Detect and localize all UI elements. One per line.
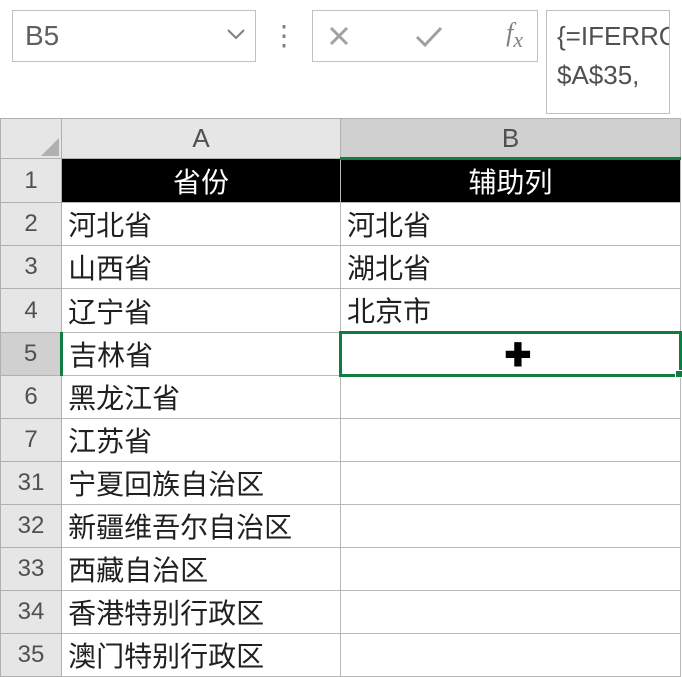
formula-input[interactable]: {=IFERRO $A$35,	[546, 10, 670, 114]
name-box[interactable]: B5	[12, 10, 256, 62]
cell[interactable]	[340, 419, 680, 462]
column-header-A[interactable]: A	[62, 119, 341, 159]
enter-icon[interactable]	[414, 24, 444, 48]
row-header[interactable]: 7	[1, 419, 62, 462]
row-header[interactable]: 4	[1, 289, 62, 333]
cell[interactable]	[340, 591, 680, 634]
cancel-icon[interactable]	[327, 24, 351, 48]
header-cell-A[interactable]: 省份	[62, 159, 341, 203]
selected-cell[interactable]: ✚	[340, 333, 680, 376]
cell[interactable]: 香港特别行政区	[62, 591, 341, 634]
table-row: 4 辽宁省 北京市	[1, 289, 681, 333]
row-header[interactable]: 31	[1, 462, 62, 505]
cell[interactable]: 辽宁省	[62, 289, 341, 333]
fx-icon[interactable]: fx	[506, 18, 523, 53]
row-header[interactable]: 33	[1, 548, 62, 591]
cell[interactable]: 宁夏回族自治区	[62, 462, 341, 505]
cell[interactable]: 西藏自治区	[62, 548, 341, 591]
cell[interactable]: 吉林省	[62, 333, 341, 376]
row-header[interactable]: 32	[1, 505, 62, 548]
cell[interactable]: 黑龙江省	[62, 376, 341, 419]
divider-dots-icon: ⋮	[264, 10, 304, 62]
cell[interactable]: 河北省	[62, 203, 341, 246]
column-header-B[interactable]: B	[340, 119, 680, 159]
cell[interactable]: 北京市	[340, 289, 680, 333]
cell[interactable]	[340, 376, 680, 419]
cell[interactable]	[340, 548, 680, 591]
header-cell-B[interactable]: 辅助列	[340, 159, 680, 203]
row-header[interactable]: 1	[1, 159, 62, 203]
cell[interactable]: 山西省	[62, 246, 341, 289]
select-all-corner[interactable]	[1, 119, 62, 159]
table-row: 7 江苏省	[1, 419, 681, 462]
cell[interactable]	[340, 462, 680, 505]
cell[interactable]: 湖北省	[340, 246, 680, 289]
dropdown-arrow-icon[interactable]	[227, 27, 245, 45]
row-header[interactable]: 6	[1, 376, 62, 419]
formula-text-line1: {=IFERRO	[557, 17, 659, 56]
cell[interactable]: 江苏省	[62, 419, 341, 462]
table-row: 33 西藏自治区	[1, 548, 681, 591]
column-header-row: A B	[1, 119, 681, 159]
formula-text-line2: $A$35,	[557, 56, 659, 95]
table-row: 31 宁夏回族自治区	[1, 462, 681, 505]
table-row: 2 河北省 河北省	[1, 203, 681, 246]
cell[interactable]: 新疆维吾尔自治区	[62, 505, 341, 548]
table-row: 3 山西省 湖北省	[1, 246, 681, 289]
table-row: 6 黑龙江省	[1, 376, 681, 419]
spreadsheet-grid: A B 1 省份 辅助列 2 河北省 河北省 3 山西省 湖北省 4 辽宁省 北…	[0, 118, 682, 677]
formula-controls: fx	[312, 10, 538, 62]
cell[interactable]	[340, 505, 680, 548]
table-row: 32 新疆维吾尔自治区	[1, 505, 681, 548]
table-row: 5 吉林省 ✚	[1, 333, 681, 376]
table-row: 34 香港特别行政区	[1, 591, 681, 634]
row-header[interactable]: 3	[1, 246, 62, 289]
cell[interactable]: 河北省	[340, 203, 680, 246]
fill-handle[interactable]	[675, 370, 682, 378]
row-header[interactable]: 5	[1, 333, 62, 376]
cursor-cross-icon: ✚	[504, 336, 531, 374]
formula-bar: B5 ⋮ fx {=IFERRO $A$35,	[0, 0, 682, 118]
table-row: 1 省份 辅助列	[1, 159, 681, 203]
row-header[interactable]: 34	[1, 591, 62, 634]
name-box-value: B5	[25, 20, 59, 52]
row-header[interactable]: 2	[1, 203, 62, 246]
